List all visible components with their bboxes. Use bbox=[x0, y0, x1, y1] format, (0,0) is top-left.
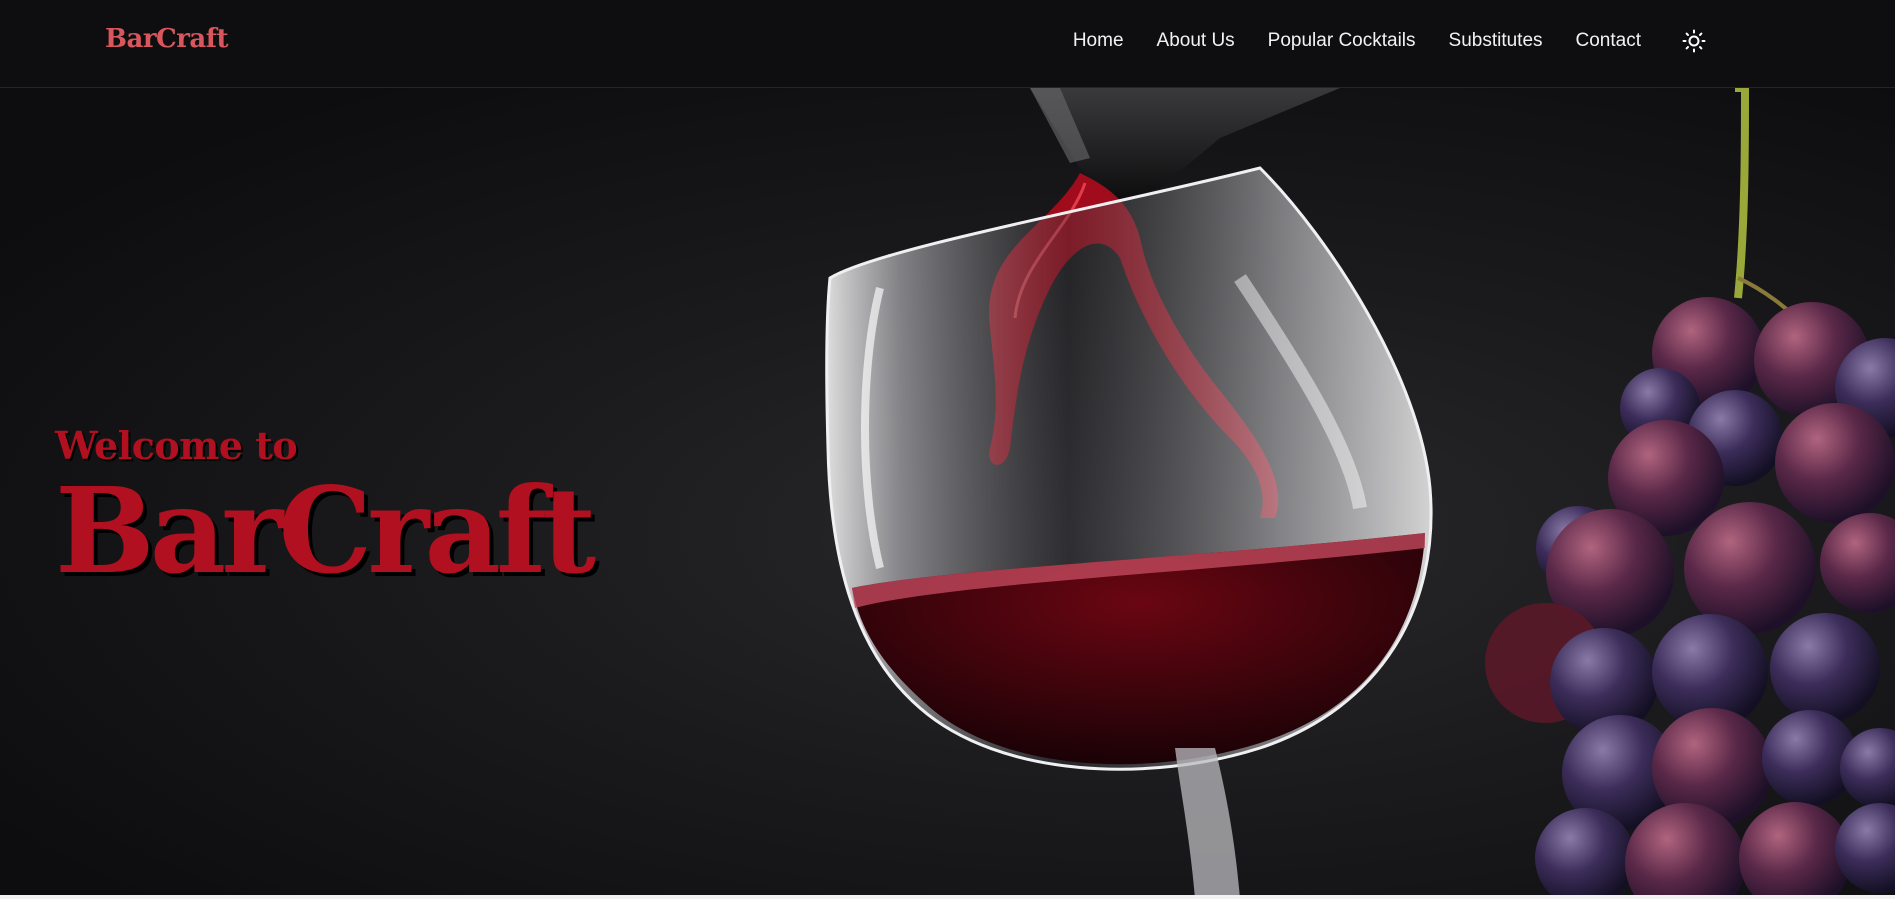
hero-bottom-divider bbox=[0, 895, 1895, 899]
sun-icon bbox=[1682, 29, 1706, 53]
nav-popular-cocktails-link[interactable]: Popular Cocktails bbox=[1268, 30, 1416, 52]
grapes-cluster bbox=[1485, 297, 1895, 899]
nav-substitutes-link[interactable]: Substitutes bbox=[1449, 30, 1543, 52]
main-nav: Home About Us Popular Cocktails Substitu… bbox=[1040, 28, 1707, 54]
site-header: BarCraft Home About Us Popular Cocktails… bbox=[0, 0, 1895, 88]
theme-toggle-button[interactable] bbox=[1681, 28, 1707, 54]
hero-text-block: Welcome to BarCraft bbox=[55, 423, 596, 600]
hero-section: Welcome to BarCraft bbox=[0, 88, 1895, 899]
nav-contact-link[interactable]: Contact bbox=[1576, 30, 1641, 52]
nav-home-link[interactable]: Home bbox=[1073, 30, 1124, 52]
nav-about-link[interactable]: About Us bbox=[1157, 30, 1235, 52]
site-logo[interactable]: BarCraft bbox=[105, 24, 228, 54]
hero-title: BarCraft bbox=[55, 461, 596, 600]
